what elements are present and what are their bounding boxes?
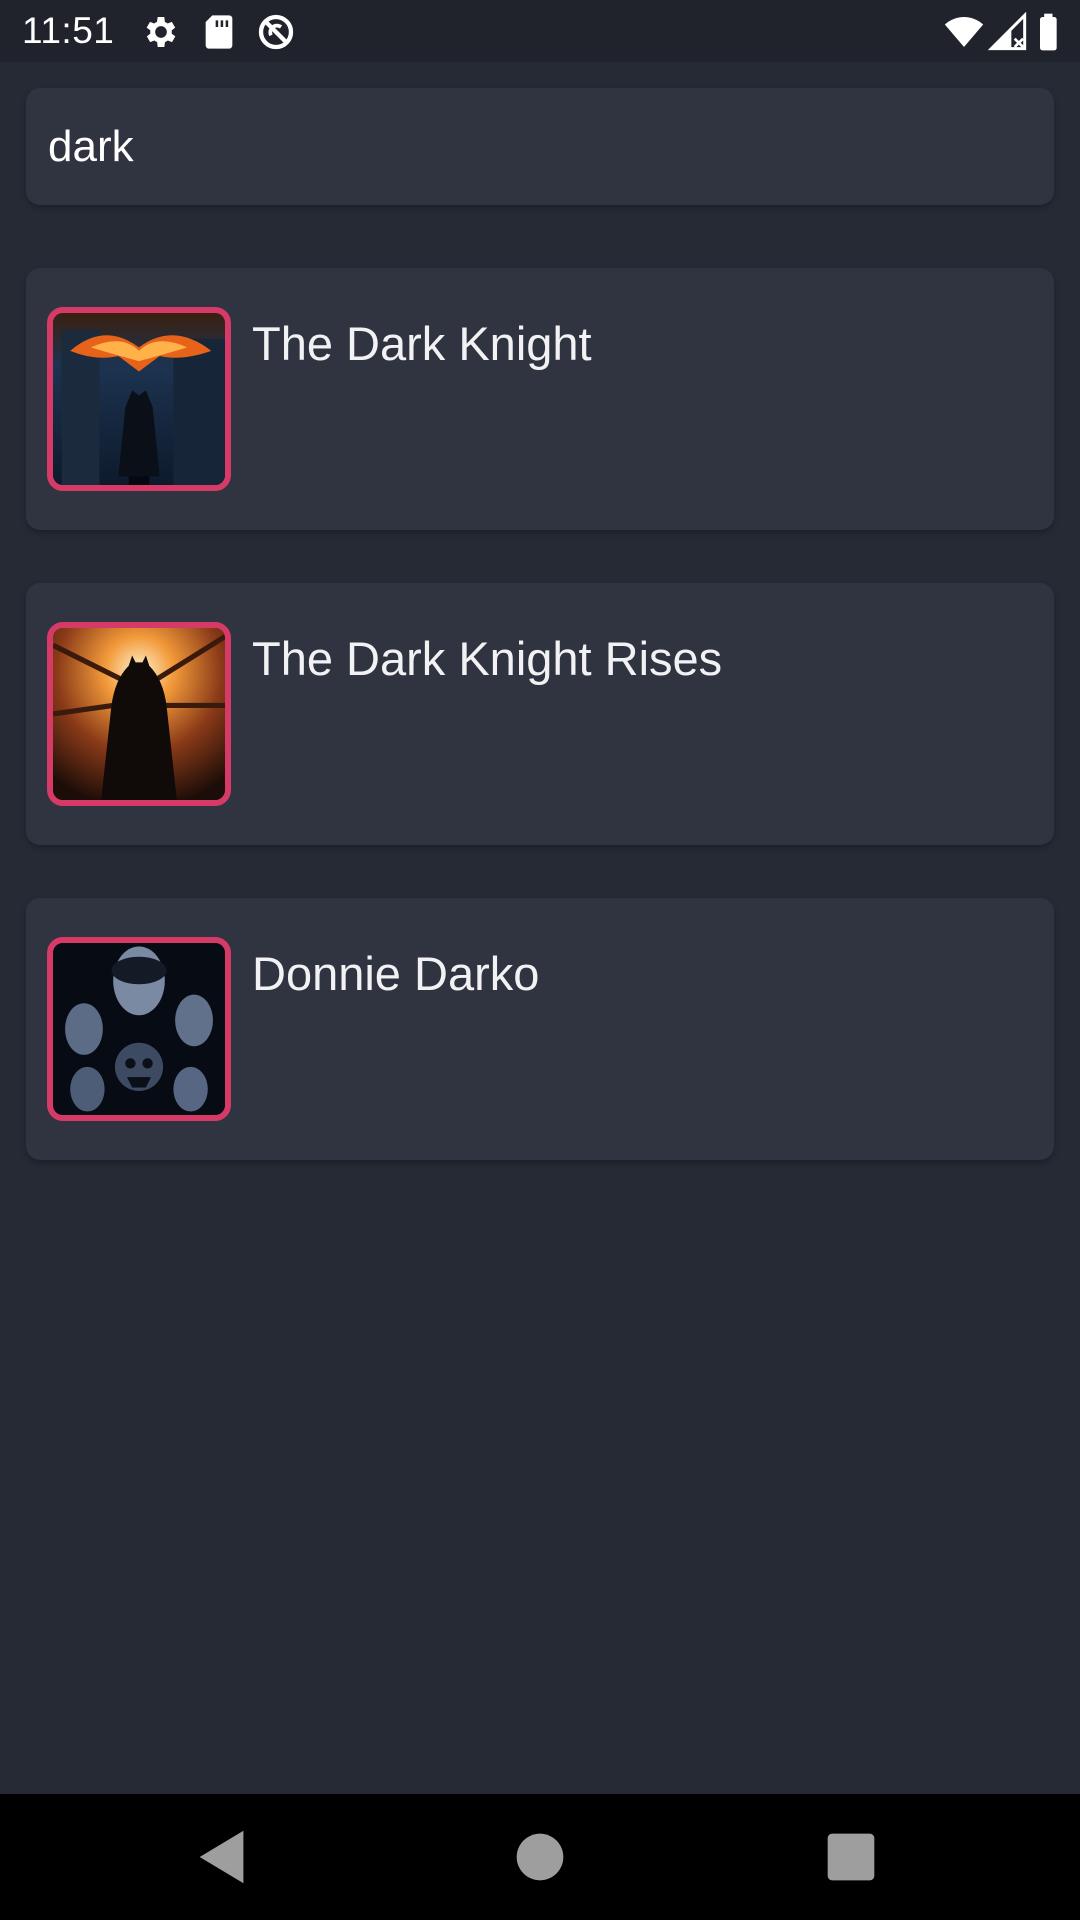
- battery-icon: [1030, 12, 1070, 52]
- result-title: The Dark Knight Rises: [252, 632, 723, 685]
- sd-card-icon: [199, 12, 239, 52]
- navigation-bar: [0, 1794, 1080, 1920]
- wifi-icon: [944, 12, 984, 52]
- search-box[interactable]: [26, 88, 1054, 205]
- back-triangle-icon[interactable]: [188, 1822, 258, 1892]
- no-sync-icon: [256, 12, 296, 52]
- poster-donnie-darko: [47, 937, 231, 1121]
- recents-square-icon[interactable]: [816, 1822, 886, 1892]
- result-card-the-dark-knight[interactable]: The Dark Knight: [26, 268, 1054, 530]
- settings-gear-icon: [141, 12, 181, 52]
- poster-the-dark-knight: [47, 307, 231, 491]
- cellular-signal-icon: [988, 12, 1028, 52]
- result-card-donnie-darko[interactable]: Donnie Darko: [26, 898, 1054, 1160]
- result-title: The Dark Knight: [252, 317, 592, 370]
- search-input[interactable]: [48, 88, 1028, 205]
- result-title: Donnie Darko: [252, 947, 540, 1000]
- result-card-the-dark-knight-rises[interactable]: The Dark Knight Rises: [26, 583, 1054, 845]
- home-circle-icon[interactable]: [505, 1822, 575, 1892]
- status-time: 11:51: [22, 10, 115, 51]
- app-screen: 11:51 dark The Dark Knight The Dark Knig…: [0, 0, 1080, 1920]
- status-bar: 11:51: [0, 0, 1080, 62]
- poster-the-dark-knight-rises: [47, 622, 231, 806]
